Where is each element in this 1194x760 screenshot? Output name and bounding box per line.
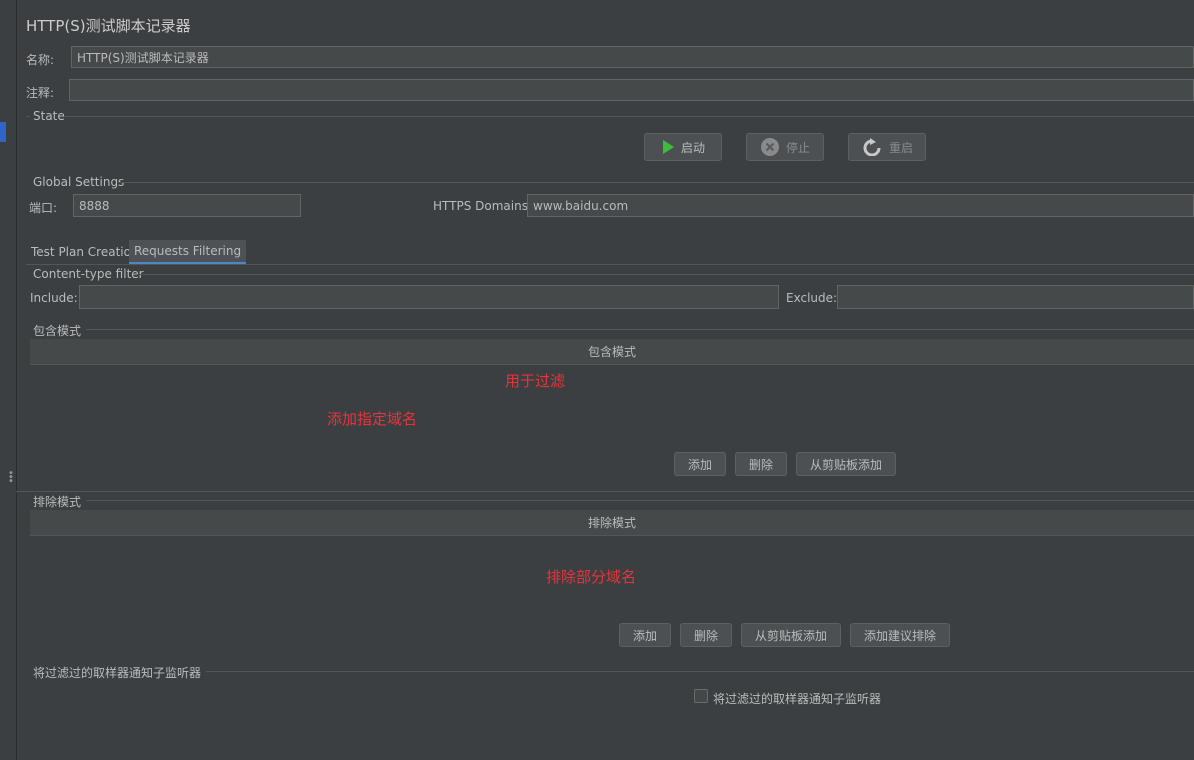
include-clipboard-add-button[interactable]: 从剪贴板添加	[796, 452, 896, 476]
https-domains-input[interactable]	[527, 194, 1194, 217]
include-patterns-divider	[86, 329, 1194, 330]
notify-divider	[206, 671, 1194, 672]
exclude-label: Exclude:	[786, 291, 838, 305]
notify-child-listeners-checkbox[interactable]	[694, 689, 708, 703]
exclude-patterns-title: 排除模式	[33, 495, 82, 509]
port-label: 端口:	[29, 201, 58, 215]
tabs-divider	[26, 264, 1194, 265]
stop-icon	[760, 138, 779, 156]
stop-label: 停止	[785, 140, 810, 155]
tab-requests-filtering[interactable]: Requests Filtering	[129, 240, 247, 264]
content-type-divider	[137, 274, 1194, 275]
left-gutter	[0, 0, 17, 760]
annotation-exclude-domain: 排除部分域名	[546, 568, 637, 586]
exclude-add-button[interactable]: 添加	[619, 623, 671, 647]
include-label: Include:	[30, 291, 78, 305]
restart-icon	[863, 138, 881, 156]
notify-section-title: 将过滤过的取样器通知子监听器	[33, 666, 202, 680]
start-label: 启动	[680, 140, 705, 155]
splitter-grip-icon[interactable]: • • •	[8, 469, 14, 487]
exclude-input[interactable]	[837, 285, 1194, 309]
play-icon	[662, 140, 674, 154]
exclude-clipboard-add-button[interactable]: 从剪贴板添加	[741, 623, 841, 647]
state-divider	[64, 116, 1194, 117]
content-type-filter-title: Content-type filter	[33, 267, 144, 281]
exclude-top-divider	[16, 491, 1194, 492]
notify-checkbox-label[interactable]: 将过滤过的取样器通知子监听器	[713, 690, 881, 707]
tab-test-plan-creation[interactable]: Test Plan Creation	[31, 240, 139, 264]
state-divider-left	[26, 116, 30, 117]
include-patterns-column-header[interactable]: 包含模式	[30, 339, 1194, 365]
annotation-add-domain: 添加指定域名	[327, 410, 418, 428]
tree-selection-marker	[0, 122, 6, 142]
https-domains-label: HTTPS Domains:	[433, 199, 532, 213]
global-settings-title: Global Settings	[33, 175, 125, 189]
add-suggested-excludes-button[interactable]: 添加建议排除	[850, 623, 950, 647]
restart-label: 重启	[888, 140, 913, 155]
stop-button[interactable]: 停止	[746, 133, 824, 161]
include-patterns-title: 包含模式	[33, 324, 82, 338]
restart-button[interactable]: 重启	[848, 133, 926, 161]
name-label: 名称:	[26, 53, 55, 67]
comment-input[interactable]	[69, 79, 1194, 101]
exclude-delete-button[interactable]: 删除	[680, 623, 732, 647]
port-input[interactable]	[73, 194, 301, 217]
include-add-button[interactable]: 添加	[674, 452, 726, 476]
include-input[interactable]	[79, 285, 779, 309]
include-delete-button[interactable]: 删除	[735, 452, 787, 476]
exclude-patterns-divider	[86, 500, 1194, 501]
comment-label: 注释:	[26, 86, 55, 100]
exclude-patterns-column-header[interactable]: 排除模式	[30, 510, 1194, 536]
name-input[interactable]	[71, 46, 1194, 68]
annotation-used-for-filtering: 用于过滤	[505, 372, 566, 390]
global-settings-divider	[118, 182, 1194, 183]
state-section-title: State	[33, 109, 65, 123]
start-button[interactable]: 启动	[644, 133, 722, 161]
page-title: HTTP(S)测试脚本记录器	[26, 17, 191, 35]
